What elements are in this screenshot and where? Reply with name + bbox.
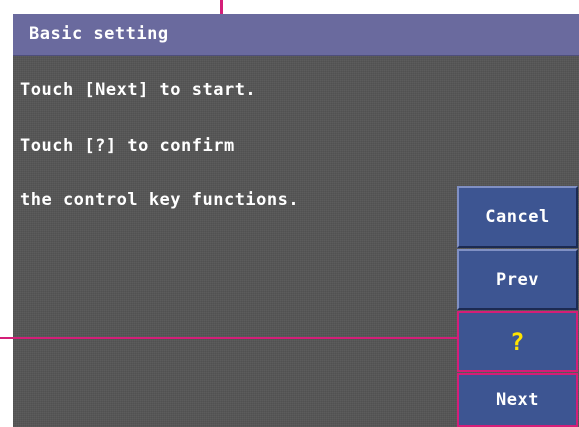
next-button[interactable]: Next <box>457 373 578 427</box>
prev-button-label: Prev <box>496 269 539 290</box>
callout-line-top <box>220 0 223 14</box>
help-button[interactable]: ? <box>457 311 578 372</box>
instruction-line-3: the control key functions. <box>20 190 300 210</box>
title-bar: Basic setting <box>13 14 579 56</box>
prev-button[interactable]: Prev <box>457 249 578 310</box>
cancel-button[interactable]: Cancel <box>457 186 578 248</box>
instruction-line-1: Touch [Next] to start. <box>20 80 257 100</box>
cancel-button-label: Cancel <box>485 207 550 227</box>
page-title: Basic setting <box>29 24 169 44</box>
help-button-label: ? <box>510 327 525 356</box>
callout-line-left <box>0 337 459 339</box>
display-screen: Basic setting Touch [Next] to start. Tou… <box>13 14 579 427</box>
instruction-line-2: Touch [?] to confirm <box>20 136 235 156</box>
next-button-label: Next <box>496 390 539 410</box>
